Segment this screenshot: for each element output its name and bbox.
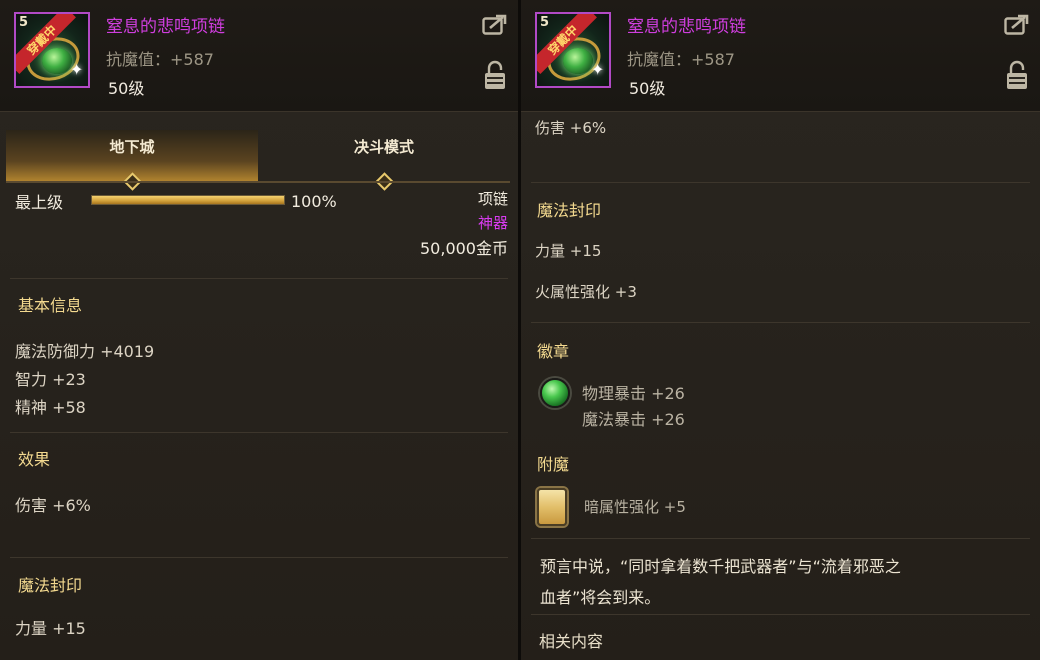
divider bbox=[10, 432, 508, 433]
enchant-line: 暗属性强化 +5 bbox=[584, 498, 686, 516]
section-effect: 效果 bbox=[18, 450, 51, 469]
section-enchant: 附魔 bbox=[537, 455, 570, 474]
divider bbox=[531, 538, 1030, 539]
gem-orb-icon[interactable] bbox=[540, 378, 570, 408]
item-rarity: 神器 bbox=[477, 214, 508, 232]
divider bbox=[10, 278, 508, 279]
tab-dungeon[interactable]: 地下城 bbox=[6, 130, 258, 191]
tab-underline bbox=[6, 181, 510, 183]
seal-line: 力量 +15 bbox=[535, 242, 602, 260]
effect-line: 伤害 +6% bbox=[15, 496, 91, 515]
flavor-text-line: 血者”将会到来。 bbox=[540, 588, 661, 607]
item-header: ✦ 5 穿戴中 窒息的悲鸣项链 抗魔值：+587 50级 bbox=[0, 0, 518, 112]
stat-line: 智力 +23 bbox=[15, 370, 86, 389]
grade-bar-fill bbox=[92, 196, 284, 204]
grade-bar bbox=[91, 195, 285, 205]
section-seal: 魔法封印 bbox=[18, 576, 83, 595]
item-level: 50级 bbox=[629, 79, 666, 98]
item-price: 50,000金币 bbox=[420, 239, 508, 258]
item-level: 50级 bbox=[108, 79, 145, 98]
necklace-item-icon[interactable]: ✦ 5 穿戴中 bbox=[14, 12, 90, 88]
icon-level-badge: 5 bbox=[19, 15, 29, 30]
enchant-card-icon[interactable] bbox=[537, 488, 567, 526]
sparkle-icon: ✦ bbox=[70, 60, 84, 79]
item-name: 窒息的悲鸣项链 bbox=[106, 17, 225, 37]
divider bbox=[531, 182, 1030, 183]
item-header: ✦ 5 穿戴中 窒息的悲鸣项链 抗魔值：+587 50级 bbox=[521, 0, 1040, 112]
emblem-line: 魔法暴击 +26 bbox=[582, 410, 685, 429]
item-slot: 项链 bbox=[477, 190, 508, 208]
sparkle-icon: ✦ bbox=[591, 60, 605, 79]
mode-tabs: 地下城 决斗模式 bbox=[6, 130, 510, 191]
divider bbox=[10, 557, 508, 558]
icon-level-badge: 5 bbox=[540, 15, 550, 30]
item-stat: 抗魔值：+587 bbox=[627, 50, 735, 69]
divider bbox=[531, 614, 1030, 615]
item-name: 窒息的悲鸣项链 bbox=[627, 17, 746, 37]
section-seal: 魔法封印 bbox=[537, 201, 602, 220]
emblem-line: 物理暴击 +26 bbox=[582, 384, 685, 403]
grade-percent: 100% bbox=[291, 192, 337, 211]
seal-line: 力量 +15 bbox=[15, 619, 86, 638]
item-tooltip-left: ✦ 5 穿戴中 窒息的悲鸣项链 抗魔值：+587 50级 地下城 决斗模式 最上… bbox=[0, 0, 518, 660]
section-related[interactable]: 相关内容 bbox=[539, 628, 603, 652]
share-icon[interactable] bbox=[1004, 14, 1030, 36]
necklace-item-icon[interactable]: ✦ 5 穿戴中 bbox=[535, 12, 611, 88]
section-basic-info: 基本信息 bbox=[18, 296, 83, 315]
tab-dungeon-label: 地下城 bbox=[109, 138, 155, 156]
divider bbox=[531, 322, 1030, 323]
lock-icon[interactable] bbox=[1006, 60, 1028, 90]
tab-pvp[interactable]: 决斗模式 bbox=[258, 130, 510, 191]
gem-shape bbox=[563, 48, 593, 74]
effect-line: 伤害 +6% bbox=[535, 119, 607, 137]
seal-line: 火属性强化 +3 bbox=[535, 283, 637, 301]
grade-label: 最上级 bbox=[15, 193, 64, 212]
tab-pvp-label: 决斗模式 bbox=[353, 138, 414, 156]
section-emblem: 徽章 bbox=[537, 342, 570, 361]
gem-shape bbox=[42, 48, 72, 74]
stat-line: 精神 +58 bbox=[15, 398, 86, 417]
flavor-text-line: 预言中说，“同时拿着数千把武器者”与“流着邪恶之 bbox=[540, 557, 901, 576]
stat-line: 魔法防御力 +4019 bbox=[15, 342, 155, 361]
item-stat: 抗魔值：+587 bbox=[106, 50, 214, 69]
lock-icon[interactable] bbox=[484, 60, 506, 90]
share-icon[interactable] bbox=[482, 14, 508, 36]
